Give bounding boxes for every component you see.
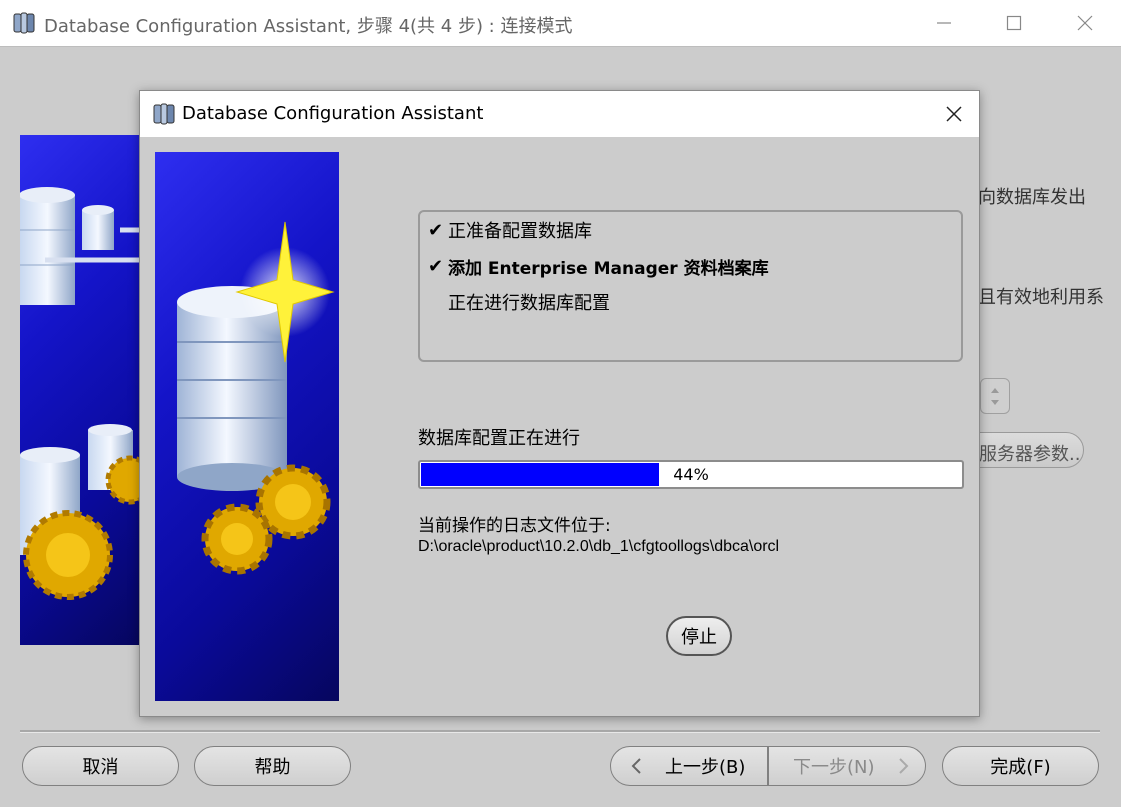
- background-description-line2: 且有效地利用系: [978, 287, 1104, 308]
- chevron-left-icon: [631, 758, 641, 774]
- progress-percent-text: 44%: [673, 465, 709, 484]
- back-button[interactable]: 上一步(B): [610, 746, 768, 786]
- database-star-gears-illustration: [177, 221, 335, 575]
- background-description-line1: 向数据库发出: [978, 187, 1086, 208]
- dialog-illustration: [155, 152, 339, 701]
- maximize-button[interactable]: [979, 0, 1049, 46]
- dialog-title: Database Configuration Assistant: [182, 103, 484, 124]
- chevron-right-icon: [898, 758, 908, 774]
- progress-bar: 44%: [418, 460, 964, 489]
- steps-list: ✔ 正准备配置数据库 ✔ 添加 Enterprise Manager 资料档案库…: [418, 210, 963, 362]
- progress-dialog: Database Configuration Assistant ✔ 正准备配置…: [139, 90, 980, 717]
- footer-separator: [20, 730, 1100, 733]
- checkmark-icon: ✔: [428, 219, 444, 241]
- spinner-arrows-icon: [991, 388, 999, 405]
- close-button[interactable]: [1050, 0, 1120, 46]
- dialog-close-button[interactable]: [930, 91, 978, 137]
- minimize-button[interactable]: [909, 0, 979, 46]
- log-file-path: D:\oracle\product\10.2.0\db_1\cfgtoollog…: [418, 538, 780, 555]
- step-label: 正在进行数据库配置: [448, 293, 610, 314]
- spinner-control[interactable]: [980, 378, 1010, 414]
- next-button[interactable]: 下一步(N): [768, 746, 926, 786]
- main-titlebar: Database Configuration Assistant, 步骤 4(共…: [0, 0, 1121, 47]
- checkmark-icon: ✔: [428, 255, 444, 277]
- minimize-icon: [937, 22, 951, 24]
- list-item: 正在进行数据库配置: [428, 289, 610, 315]
- log-file-label: 当前操作的日志文件位于:: [418, 516, 611, 536]
- database-gears-illustration: [19, 187, 155, 600]
- next-button-label: 下一步(N): [793, 757, 875, 778]
- wizard-illustration: [19, 135, 155, 645]
- database-stack-icon: [12, 11, 36, 39]
- step-label: 正准备配置数据库: [448, 221, 592, 242]
- back-button-label: 上一步(B): [665, 757, 746, 778]
- close-icon: [946, 106, 962, 122]
- progress-label: 数据库配置正在进行: [418, 428, 580, 449]
- list-item: ✔ 正准备配置数据库: [428, 217, 592, 243]
- close-icon: [1077, 15, 1093, 31]
- step-label: 添加 Enterprise Manager 资料档案库: [448, 258, 769, 279]
- cancel-button[interactable]: 取消: [22, 746, 179, 786]
- list-item: ✔ 添加 Enterprise Manager 资料档案库: [428, 253, 769, 279]
- finish-button[interactable]: 完成(F): [942, 746, 1099, 786]
- database-stack-icon: [152, 102, 176, 130]
- main-window-title: Database Configuration Assistant, 步骤 4(共…: [44, 16, 573, 37]
- help-button[interactable]: 帮助: [194, 746, 351, 786]
- stop-button[interactable]: 停止: [666, 616, 732, 656]
- server-parameters-label: 服务器参数...: [979, 444, 1084, 465]
- dialog-titlebar: Database Configuration Assistant: [140, 91, 979, 137]
- maximize-icon: [1006, 15, 1022, 31]
